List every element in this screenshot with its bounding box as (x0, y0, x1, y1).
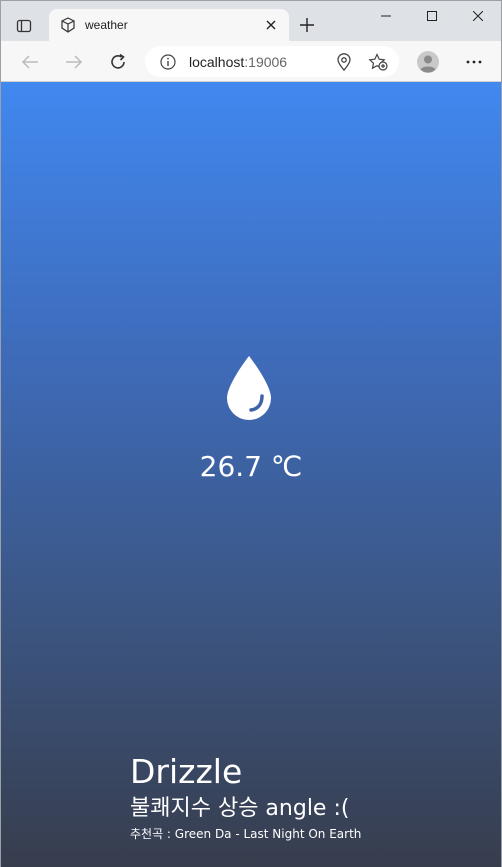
mood-text: 불쾌지수 상승 angle :( (130, 796, 350, 821)
url-port: :19006 (244, 53, 288, 70)
browser-window: weather localhost:19006 26.7 ℃ Drizzle 불… (0, 0, 502, 867)
condition-text: Drizzle (130, 752, 243, 791)
more-menu-icon[interactable] (461, 49, 487, 75)
minimize-icon[interactable] (363, 1, 409, 31)
tab-actions-icon[interactable] (11, 13, 37, 39)
info-icon[interactable] (159, 53, 177, 71)
temperature-text: 26.7 ℃ (199, 450, 303, 483)
url-text: localhost:19006 (189, 54, 321, 70)
maximize-icon[interactable] (409, 1, 455, 31)
profile-avatar-icon[interactable] (415, 49, 441, 75)
new-tab-button[interactable] (295, 13, 319, 37)
back-arrow-icon[interactable] (17, 49, 43, 75)
weather-summary: Drizzle 불쾌지수 상승 angle :( 추천곡 : Green Da … (130, 752, 361, 843)
weather-app: 26.7 ℃ Drizzle 불쾌지수 상승 angle :( 추천곡 : Gr… (1, 82, 501, 867)
forward-arrow-icon[interactable] (61, 49, 87, 75)
song-recommendation: 추천곡 : Green Da - Last Night On Earth (130, 827, 362, 841)
raindrop-icon (225, 354, 273, 422)
add-favorite-icon[interactable] (367, 51, 389, 73)
tab-strip: weather (1, 1, 501, 41)
close-window-icon[interactable] (455, 1, 501, 31)
address-bar[interactable]: localhost:19006 (145, 46, 399, 77)
url-host: localhost (189, 53, 245, 70)
tab-title: weather (85, 18, 128, 32)
tab-close-icon[interactable] (261, 15, 281, 35)
reload-icon[interactable] (105, 49, 131, 75)
location-pin-icon[interactable] (333, 51, 355, 73)
cube-favicon-icon (59, 16, 77, 34)
browser-toolbar: localhost:19006 (1, 41, 501, 82)
tab-weather[interactable]: weather (49, 9, 289, 41)
